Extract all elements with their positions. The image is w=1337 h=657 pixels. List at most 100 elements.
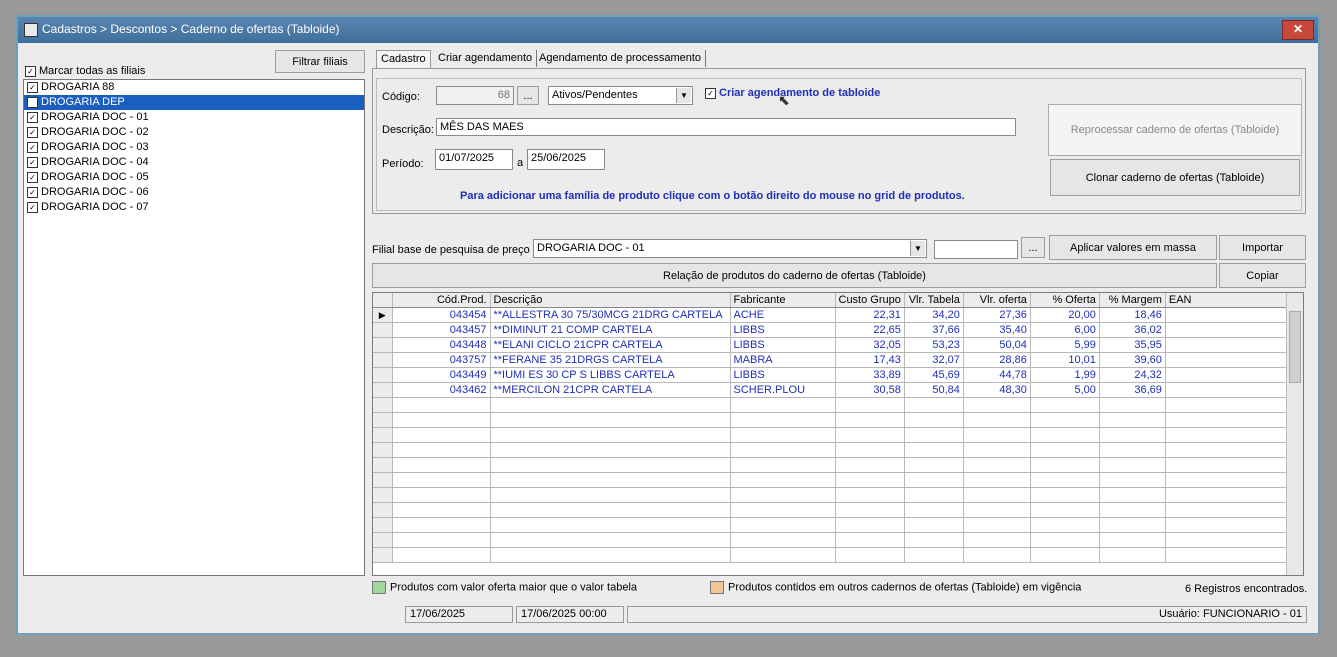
grid-cell[interactable] bbox=[1165, 352, 1292, 368]
grid-cell[interactable]: 24,32 bbox=[1099, 367, 1166, 383]
grid-column-header[interactable]: % Oferta bbox=[1030, 293, 1100, 308]
grid-cell[interactable] bbox=[490, 517, 731, 533]
grid-cell[interactable] bbox=[1165, 307, 1292, 323]
grid-cell[interactable] bbox=[1099, 412, 1166, 428]
row-indicator[interactable] bbox=[373, 502, 393, 518]
grid-cell[interactable] bbox=[1030, 397, 1100, 413]
grid-cell[interactable]: 043454 bbox=[392, 307, 491, 323]
import-button[interactable]: Importar bbox=[1219, 235, 1306, 260]
grid-cell[interactable] bbox=[963, 517, 1031, 533]
grid-cell[interactable]: 10,01 bbox=[1030, 352, 1100, 368]
grid-cell[interactable] bbox=[1030, 427, 1100, 443]
grid-cell[interactable] bbox=[963, 472, 1031, 488]
grid-cell[interactable]: 27,36 bbox=[963, 307, 1031, 323]
grid-cell[interactable] bbox=[963, 487, 1031, 503]
branch-checkbox[interactable]: ✓ bbox=[27, 81, 38, 93]
grid-cell[interactable] bbox=[730, 397, 836, 413]
grid-cell[interactable] bbox=[392, 457, 491, 473]
apply-mass-values-button[interactable]: Aplicar valores em massa bbox=[1049, 235, 1217, 260]
grid-cell[interactable]: 6,00 bbox=[1030, 322, 1100, 338]
grid-cell[interactable] bbox=[490, 502, 731, 518]
grid-cell[interactable]: MABRA bbox=[730, 352, 836, 368]
select-all-checkbox[interactable]: ✓ bbox=[25, 65, 36, 77]
mass-value-field[interactable] bbox=[934, 240, 1018, 259]
branch-checkbox[interactable]: ✓ bbox=[27, 186, 38, 198]
grid-cell[interactable]: 36,02 bbox=[1099, 322, 1166, 338]
grid-cell[interactable]: 22,65 bbox=[835, 322, 905, 338]
grid-cell[interactable] bbox=[904, 442, 964, 458]
tab-cadastro[interactable]: Cadastro bbox=[376, 50, 431, 68]
grid-cell[interactable] bbox=[392, 517, 491, 533]
grid-column-header[interactable]: % Margem bbox=[1099, 293, 1166, 308]
filter-branches-button[interactable]: Filtrar filiais bbox=[275, 50, 365, 73]
grid-cell[interactable] bbox=[730, 517, 836, 533]
grid-cell[interactable]: LIBBS bbox=[730, 367, 836, 383]
grid-cell[interactable] bbox=[963, 502, 1031, 518]
criar-agendamento-checkbox[interactable]: ✓ Criar agendamento de tabloide bbox=[705, 87, 880, 99]
grid-cell[interactable] bbox=[904, 397, 964, 413]
grid-cell[interactable] bbox=[1099, 487, 1166, 503]
branch-item[interactable]: ✓ DROGARIA DOC - 01 bbox=[24, 110, 364, 125]
grid-cell[interactable] bbox=[1165, 502, 1292, 518]
grid-cell[interactable]: **IUMI ES 30 CP S LIBBS CARTELA bbox=[490, 367, 731, 383]
grid-column-header[interactable]: Descrição bbox=[490, 293, 731, 308]
grid-cell[interactable] bbox=[904, 517, 964, 533]
row-indicator[interactable] bbox=[373, 517, 393, 533]
grid-cell[interactable]: 35,40 bbox=[963, 322, 1031, 338]
table-row[interactable] bbox=[373, 547, 1292, 563]
grid-cell[interactable] bbox=[963, 397, 1031, 413]
table-row[interactable] bbox=[373, 442, 1292, 458]
grid-cell[interactable] bbox=[1099, 397, 1166, 413]
codigo-lookup-button[interactable]: ... bbox=[517, 86, 539, 105]
grid-cell[interactable]: 36,69 bbox=[1099, 382, 1166, 398]
grid-cell[interactable]: 32,05 bbox=[835, 337, 905, 353]
grid-cell[interactable] bbox=[835, 472, 905, 488]
row-indicator[interactable] bbox=[373, 352, 393, 368]
grid-cell[interactable] bbox=[904, 472, 964, 488]
grid-cell[interactable] bbox=[392, 397, 491, 413]
tab-agendamento-processamento[interactable]: Agendamento de processamento bbox=[535, 50, 707, 67]
grid-cell[interactable] bbox=[1099, 547, 1166, 563]
grid-cell[interactable]: **DIMINUT 21 COMP CARTELA bbox=[490, 322, 731, 338]
grid-cell[interactable] bbox=[1165, 487, 1292, 503]
grid-cell[interactable] bbox=[730, 547, 836, 563]
grid-cell[interactable] bbox=[1165, 367, 1292, 383]
grid-cell[interactable] bbox=[392, 412, 491, 428]
grid-cell[interactable] bbox=[963, 547, 1031, 563]
grid-cell[interactable] bbox=[1165, 547, 1292, 563]
table-row[interactable] bbox=[373, 517, 1292, 533]
grid-cell[interactable] bbox=[1099, 472, 1166, 488]
grid-cell[interactable]: 37,66 bbox=[904, 322, 964, 338]
grid-cell[interactable] bbox=[490, 472, 731, 488]
grid-cell[interactable] bbox=[1165, 412, 1292, 428]
select-all-branches[interactable]: ✓ Marcar todas as filiais bbox=[25, 65, 145, 77]
grid-cell[interactable]: 50,04 bbox=[963, 337, 1031, 353]
row-indicator[interactable] bbox=[373, 427, 393, 443]
grid-cell[interactable] bbox=[1099, 517, 1166, 533]
grid-cell[interactable]: 39,60 bbox=[1099, 352, 1166, 368]
branch-item[interactable]: ✓ DROGARIA DOC - 06 bbox=[24, 185, 364, 200]
grid-cell[interactable]: SCHER.PLOU bbox=[730, 382, 836, 398]
table-row[interactable]: 043457 **DIMINUT 21 COMP CARTELA LIBBS 22,6… bbox=[373, 322, 1292, 338]
table-row[interactable]: ▶ 043454 **ALLESTRA 30 75/30MCG 21DRG CART… bbox=[373, 307, 1292, 323]
grid-cell[interactable] bbox=[1030, 502, 1100, 518]
grid-column-header[interactable]: Fabricante bbox=[730, 293, 836, 308]
row-indicator-icon[interactable]: ▶ bbox=[373, 307, 393, 323]
grid-cell[interactable]: 33,89 bbox=[835, 367, 905, 383]
grid-cell[interactable]: 32,07 bbox=[904, 352, 964, 368]
filial-base-select[interactable]: DROGARIA DOC - 01 ▼ bbox=[533, 239, 927, 258]
grid-cell[interactable]: 50,84 bbox=[904, 382, 964, 398]
grid-cell[interactable]: **ALLESTRA 30 75/30MCG 21DRG CARTELA bbox=[490, 307, 731, 323]
grid-cell[interactable] bbox=[730, 412, 836, 428]
grid-cell[interactable] bbox=[490, 442, 731, 458]
grid-cell[interactable] bbox=[1165, 382, 1292, 398]
row-indicator[interactable] bbox=[373, 547, 393, 563]
grid-cell[interactable] bbox=[490, 397, 731, 413]
table-row[interactable] bbox=[373, 427, 1292, 443]
grid-cell[interactable] bbox=[963, 427, 1031, 443]
grid-cell[interactable] bbox=[1165, 472, 1292, 488]
branch-checkbox[interactable]: ✓ bbox=[27, 126, 38, 138]
grid-cell[interactable]: **MERCILON 21CPR CARTELA bbox=[490, 382, 731, 398]
grid-column-header[interactable]: Cód.Prod. bbox=[392, 293, 491, 308]
branch-item[interactable]: ✓ DROGARIA 88 bbox=[24, 80, 364, 95]
